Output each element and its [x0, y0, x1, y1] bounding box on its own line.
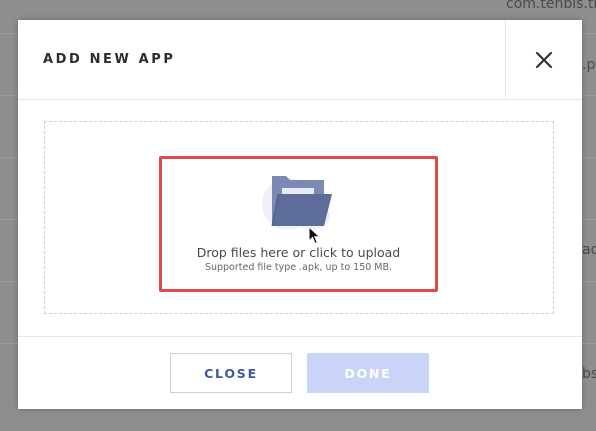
background-row-text: ad: [582, 242, 596, 258]
add-new-app-modal: ADD NEW APP Drop files here or click to …: [18, 20, 582, 409]
modal-footer: CLOSE DONE: [18, 336, 582, 410]
done-button[interactable]: DONE: [307, 353, 429, 393]
dropzone-sub-text: Supported file type .apk, up to 150 MB.: [204, 262, 393, 273]
close-button[interactable]: CLOSE: [170, 353, 292, 393]
modal-close-button[interactable]: [505, 20, 582, 99]
close-x-icon: [535, 51, 553, 68]
background-row-text: .pt: [582, 57, 596, 73]
background-row-text: bs: [582, 366, 596, 382]
folder-icon: [262, 176, 332, 230]
dropzone-main-text: Drop files here or click to upload: [196, 245, 401, 260]
modal-title: ADD NEW APP: [43, 52, 176, 67]
background-row-text: com.tenbis.tb: [506, 0, 596, 12]
modal-header: ADD NEW APP: [18, 20, 582, 100]
mouse-cursor-icon: [308, 226, 321, 245]
